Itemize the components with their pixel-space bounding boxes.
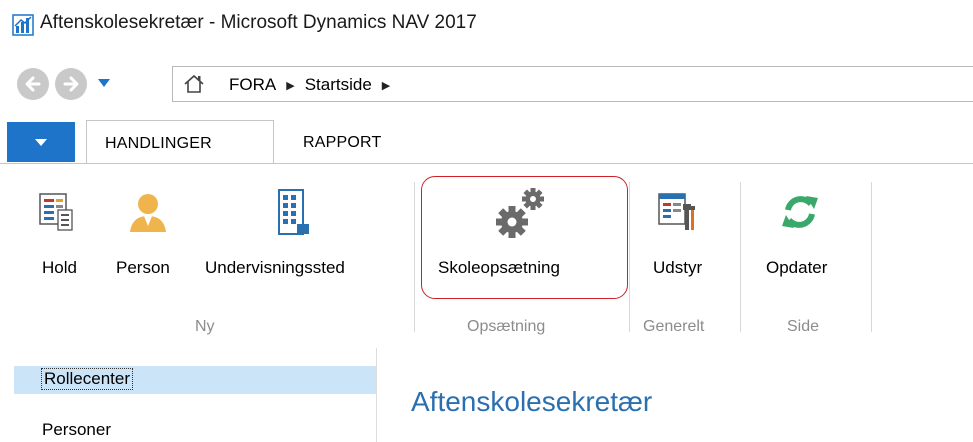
person-button[interactable]: Person — [110, 164, 200, 304]
group-separator — [629, 182, 630, 332]
history-dropdown-button[interactable] — [95, 76, 113, 90]
hold-button[interactable]: Hold — [20, 164, 100, 304]
highlight-annotation — [421, 176, 628, 299]
arrow-right-icon — [63, 76, 79, 92]
equipment-icon — [658, 193, 695, 230]
button-label: Person — [116, 258, 170, 277]
address-bar[interactable]: FORA ▶ Startside ▶ — [172, 66, 973, 102]
navigation-pane: Rollecenter Personer — [0, 348, 377, 442]
ribbon: Hold Person Undervisningssted Ny Skoleop… — [0, 163, 973, 349]
button-label: Hold — [42, 258, 77, 277]
group-separator — [871, 182, 872, 332]
group-separator — [414, 182, 415, 332]
group-label-ny: Ny — [195, 318, 215, 335]
nav-item-rollecenter[interactable]: Rollecenter — [14, 366, 376, 394]
chevron-down-icon — [35, 139, 47, 146]
nav-item-personer[interactable]: Personer — [42, 420, 111, 440]
group-separator — [740, 182, 741, 332]
chevron-down-icon — [98, 79, 110, 87]
chevron-right-icon[interactable]: ▶ — [286, 79, 294, 92]
undervisningssted-button[interactable]: Undervisningssted — [205, 164, 405, 304]
group-label-generelt: Generelt — [643, 318, 705, 335]
group-label-side: Side — [787, 318, 820, 335]
tab-rapport[interactable]: RAPPORT — [275, 120, 415, 164]
title-bar: Aftenskolesekretær - Microsoft Dynamics … — [0, 0, 973, 50]
tab-label: HANDLINGER — [105, 135, 212, 152]
refresh-icon — [782, 196, 818, 228]
group-label-opsaetning: Opsætning — [467, 318, 546, 335]
opdater-button[interactable]: Opdater — [756, 164, 856, 304]
team-list-icon — [39, 193, 73, 231]
chevron-right-icon[interactable]: ▶ — [382, 79, 390, 92]
tab-handlinger[interactable]: HANDLINGER — [86, 120, 274, 164]
arrow-left-icon — [25, 76, 41, 92]
breadcrumb: FORA ▶ Startside ▶ — [229, 75, 390, 95]
back-button[interactable] — [17, 68, 49, 100]
udstyr-button[interactable]: Udstyr — [640, 164, 740, 304]
forward-button[interactable] — [55, 68, 87, 100]
breadcrumb-item-startside[interactable]: Startside — [305, 75, 372, 95]
home-icon[interactable] — [183, 74, 205, 99]
building-icon — [278, 189, 309, 235]
breadcrumb-item-fora[interactable]: FORA — [229, 75, 276, 95]
nav-item-label: Rollecenter — [41, 368, 133, 390]
button-label: Undervisningssted — [205, 258, 345, 277]
app-menu-button[interactable] — [7, 122, 75, 162]
button-label: Udstyr — [653, 258, 703, 277]
tab-label: RAPPORT — [303, 134, 382, 151]
dynamics-nav-icon — [12, 14, 34, 36]
person-icon — [130, 194, 166, 232]
page-title: Aftenskolesekretær — [411, 386, 653, 417]
button-label: Opdater — [766, 258, 828, 277]
window-title: Aftenskolesekretær - Microsoft Dynamics … — [40, 12, 477, 33]
